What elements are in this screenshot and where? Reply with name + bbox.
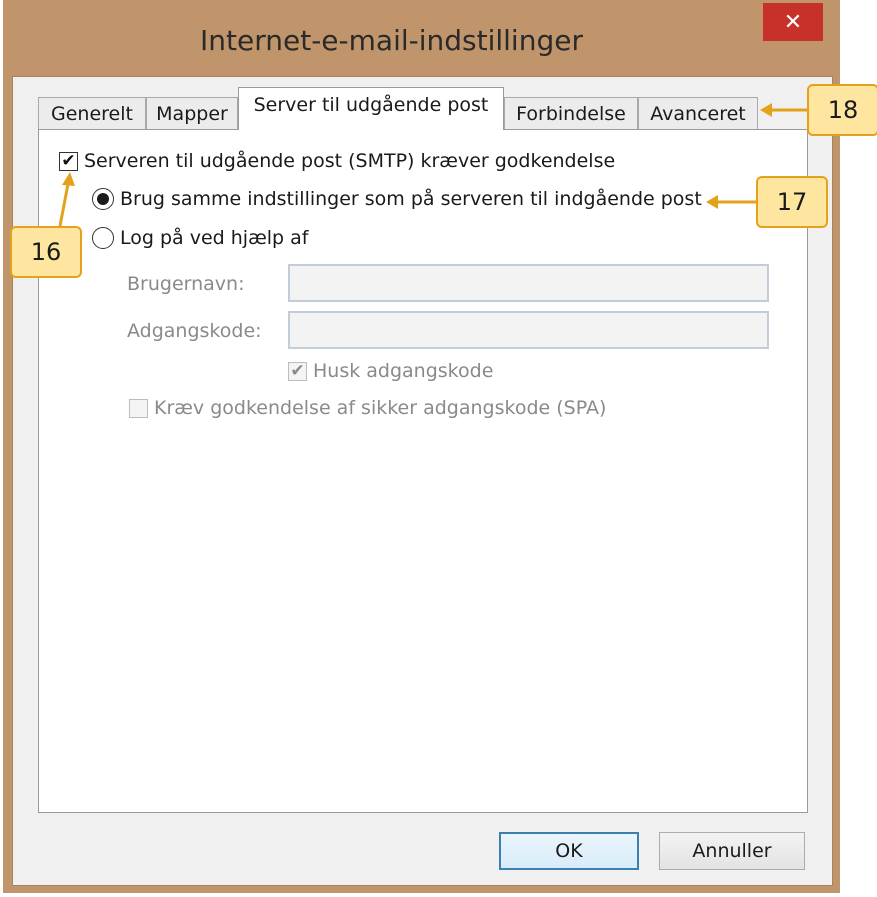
radio-selected-dot [97, 193, 109, 205]
window-title: Internet-e-mail-indstillinger [200, 24, 583, 57]
close-icon: ✕ [783, 9, 803, 35]
smtp-requires-auth-row[interactable]: ✔ Serveren til udgående post (SMTP) kræv… [59, 150, 615, 172]
password-label: Adgangskode: [127, 320, 262, 342]
remember-password-checkbox[interactable]: ✔ [288, 361, 307, 381]
dialog-client-area: Generelt Mapper Server til udgående post… [12, 76, 833, 886]
smtp-requires-auth-label: Serveren til udgående post (SMTP) kræver… [84, 150, 616, 172]
remember-password-label: Husk adgangskode [313, 360, 494, 382]
title-bar[interactable]: Internet-e-mail-indstillinger ✕ [3, 0, 840, 76]
tab-mapper[interactable]: Mapper [146, 97, 238, 129]
tab-avanceret[interactable]: Avanceret [638, 97, 758, 129]
remember-password-row[interactable]: ✔ Husk adgangskode [288, 360, 493, 382]
username-label: Brugernavn: [127, 273, 245, 295]
close-button[interactable]: ✕ [763, 3, 823, 41]
callout-16: 16 [10, 226, 82, 278]
username-input[interactable] [288, 264, 769, 302]
same-settings-row[interactable]: Brug samme indstillinger som på serveren… [92, 188, 702, 210]
spa-row[interactable]: Kræv godkendelse af sikker adgangskode (… [129, 397, 606, 419]
tab-panel-outgoing-server: ✔ Serveren til udgående post (SMTP) kræv… [38, 129, 808, 813]
same-settings-radio[interactable] [92, 188, 114, 210]
tab-forbindelse[interactable]: Forbindelse [504, 97, 638, 129]
same-settings-label: Brug samme indstillinger som på serveren… [120, 188, 702, 210]
smtp-requires-auth-checkbox[interactable]: ✔ [59, 151, 78, 171]
ok-button[interactable]: OK [499, 832, 639, 870]
password-input[interactable] [288, 311, 769, 349]
cancel-button[interactable]: Annuller [659, 832, 805, 870]
login-with-radio[interactable] [92, 227, 114, 249]
login-with-label: Log på ved hjælp af [120, 227, 309, 249]
spa-label: Kræv godkendelse af sikker adgangskode (… [154, 397, 607, 419]
tab-server-til-udgaaende-post[interactable]: Server til udgående post [238, 87, 504, 130]
dialog-window: Internet-e-mail-indstillinger ✕ Generelt… [3, 0, 840, 893]
callout-18: 18 [807, 84, 877, 136]
spa-checkbox[interactable] [129, 398, 148, 418]
tab-generelt[interactable]: Generelt [38, 97, 146, 129]
callout-17: 17 [756, 176, 828, 228]
login-with-row[interactable]: Log på ved hjælp af [92, 227, 308, 249]
